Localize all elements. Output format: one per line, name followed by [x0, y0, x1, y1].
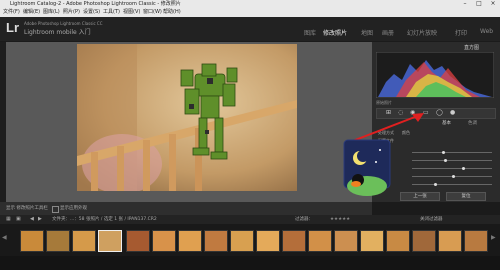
nav-back-icon[interactable]: ◀ — [30, 215, 34, 224]
filmstrip-thumbnail[interactable] — [412, 230, 436, 252]
filmstrip-thumbnail[interactable] — [178, 230, 202, 252]
tone-tab[interactable]: 色调 — [468, 120, 477, 126]
histogram — [376, 52, 494, 98]
filmstrip-thumbnail[interactable] — [256, 230, 280, 252]
filter-off[interactable]: 关闭过滤器 — [420, 215, 443, 224]
filmstrip-info[interactable]: 文件夹：...：58 张照片 / 选定 1 张 / IPAN137.CR2 — [52, 215, 157, 224]
reset-button[interactable]: 复位 — [446, 192, 486, 201]
secondary-display-icon[interactable]: ▣ — [16, 215, 21, 224]
menu-tools[interactable]: 工具(T) — [103, 8, 120, 17]
bottom-bar — [0, 256, 500, 270]
menu-photo[interactable]: 照片(P) — [63, 8, 80, 17]
filter-label: 过滤器： — [295, 217, 313, 222]
close-button[interactable]: × — [486, 0, 500, 8]
basic-tab[interactable]: 基本 — [442, 120, 451, 126]
soft-proof-checkbox[interactable] — [52, 206, 59, 213]
nav-forward-icon[interactable]: ▶ — [38, 215, 42, 224]
toolbar-label: 显示 修改照片工具栏 — [6, 206, 48, 211]
mobile-getting-started[interactable]: Lightroom mobile 入门 — [24, 27, 91, 36]
menu-settings[interactable]: 设置(S) — [83, 8, 100, 17]
filmstrip-thumbnail[interactable] — [204, 230, 228, 252]
module-slideshow[interactable]: 幻灯片放映 — [407, 28, 437, 37]
filmstrip-thumbnail[interactable] — [334, 230, 358, 252]
title-bar: Lightroom Catalog-2 - Adobe Photoshop Li… — [0, 0, 500, 8]
filmstrip-thumbnail[interactable] — [126, 230, 150, 252]
original-photo-label[interactable]: 原始照片 — [376, 100, 392, 106]
temp-slider-knob[interactable] — [442, 151, 445, 154]
filmstrip-thumbnail[interactable] — [20, 230, 44, 252]
module-web[interactable]: Web — [480, 28, 493, 35]
robot-photo-image — [77, 44, 297, 191]
soft-proof-label: 显示应用外观 — [60, 206, 87, 211]
menu-help[interactable]: 帮助(H) — [163, 8, 181, 17]
window-title: Lightroom Catalog-2 - Adobe Photoshop Li… — [10, 1, 181, 7]
photo-preview[interactable] — [77, 44, 297, 191]
adjustment-brush-icon[interactable]: ● — [450, 109, 455, 116]
filmstrip-header: ▦ ▣ ◀ ▶ 文件夹：...：58 张照片 / 选定 1 张 / IPAN13… — [0, 215, 500, 224]
grid-view-icon[interactable]: ▦ — [6, 215, 11, 224]
histogram-label[interactable]: 直方图 — [464, 44, 479, 51]
filmstrip-thumbnail-selected[interactable] — [98, 230, 122, 252]
module-book[interactable]: 画册 — [382, 28, 394, 37]
filmstrip-thumbnail[interactable] — [360, 230, 384, 252]
lightroom-logo: Lr — [6, 20, 19, 35]
filmstrip-thumbnail[interactable] — [308, 230, 332, 252]
module-library[interactable]: 图库 — [304, 28, 316, 37]
module-print[interactable]: 打印 — [455, 28, 467, 37]
filmstrip-thumbnail[interactable] — [152, 230, 176, 252]
maximize-button[interactable]: □ — [472, 0, 486, 8]
tint-slider-knob[interactable] — [444, 159, 447, 162]
filmstrip-scroll-left-icon[interactable]: ◀ — [2, 234, 7, 241]
filmstrip-thumbnail[interactable] — [230, 230, 254, 252]
filmstrip-thumbnail[interactable] — [438, 230, 462, 252]
minimize-button[interactable]: – — [458, 0, 472, 8]
filmstrip-thumbnail[interactable] — [386, 230, 410, 252]
contrast-slider-knob[interactable] — [452, 175, 455, 178]
menu-file[interactable]: 文件(F) — [3, 8, 20, 17]
module-develop[interactable]: 修改照片 — [323, 28, 347, 37]
module-map[interactable]: 地图 — [361, 28, 373, 37]
rating-filter[interactable]: ★★★★★ — [330, 215, 350, 224]
menu-edit[interactable]: 编辑(E) — [23, 8, 40, 17]
menu-window[interactable]: 窗口(W) — [143, 8, 162, 17]
develop-toolbar: 显示 修改照片工具栏 显示应用外观 — [0, 202, 372, 215]
filmstrip-thumbnail[interactable] — [464, 230, 488, 252]
filmstrip-scroll-right-icon[interactable]: ▶ — [491, 234, 496, 241]
filmstrip-thumbnail[interactable] — [282, 230, 306, 252]
annotation-overlay — [343, 113, 424, 196]
product-name: Adobe Photoshop Lightroom Classic CC — [24, 21, 103, 26]
exposure-slider-knob[interactable] — [462, 167, 465, 170]
menu-library[interactable]: 图库(L) — [43, 8, 60, 17]
filmstrip-thumbnail[interactable] — [46, 230, 70, 252]
menu-view[interactable]: 视图(V) — [123, 8, 140, 17]
filmstrip-thumbnail[interactable] — [72, 230, 96, 252]
